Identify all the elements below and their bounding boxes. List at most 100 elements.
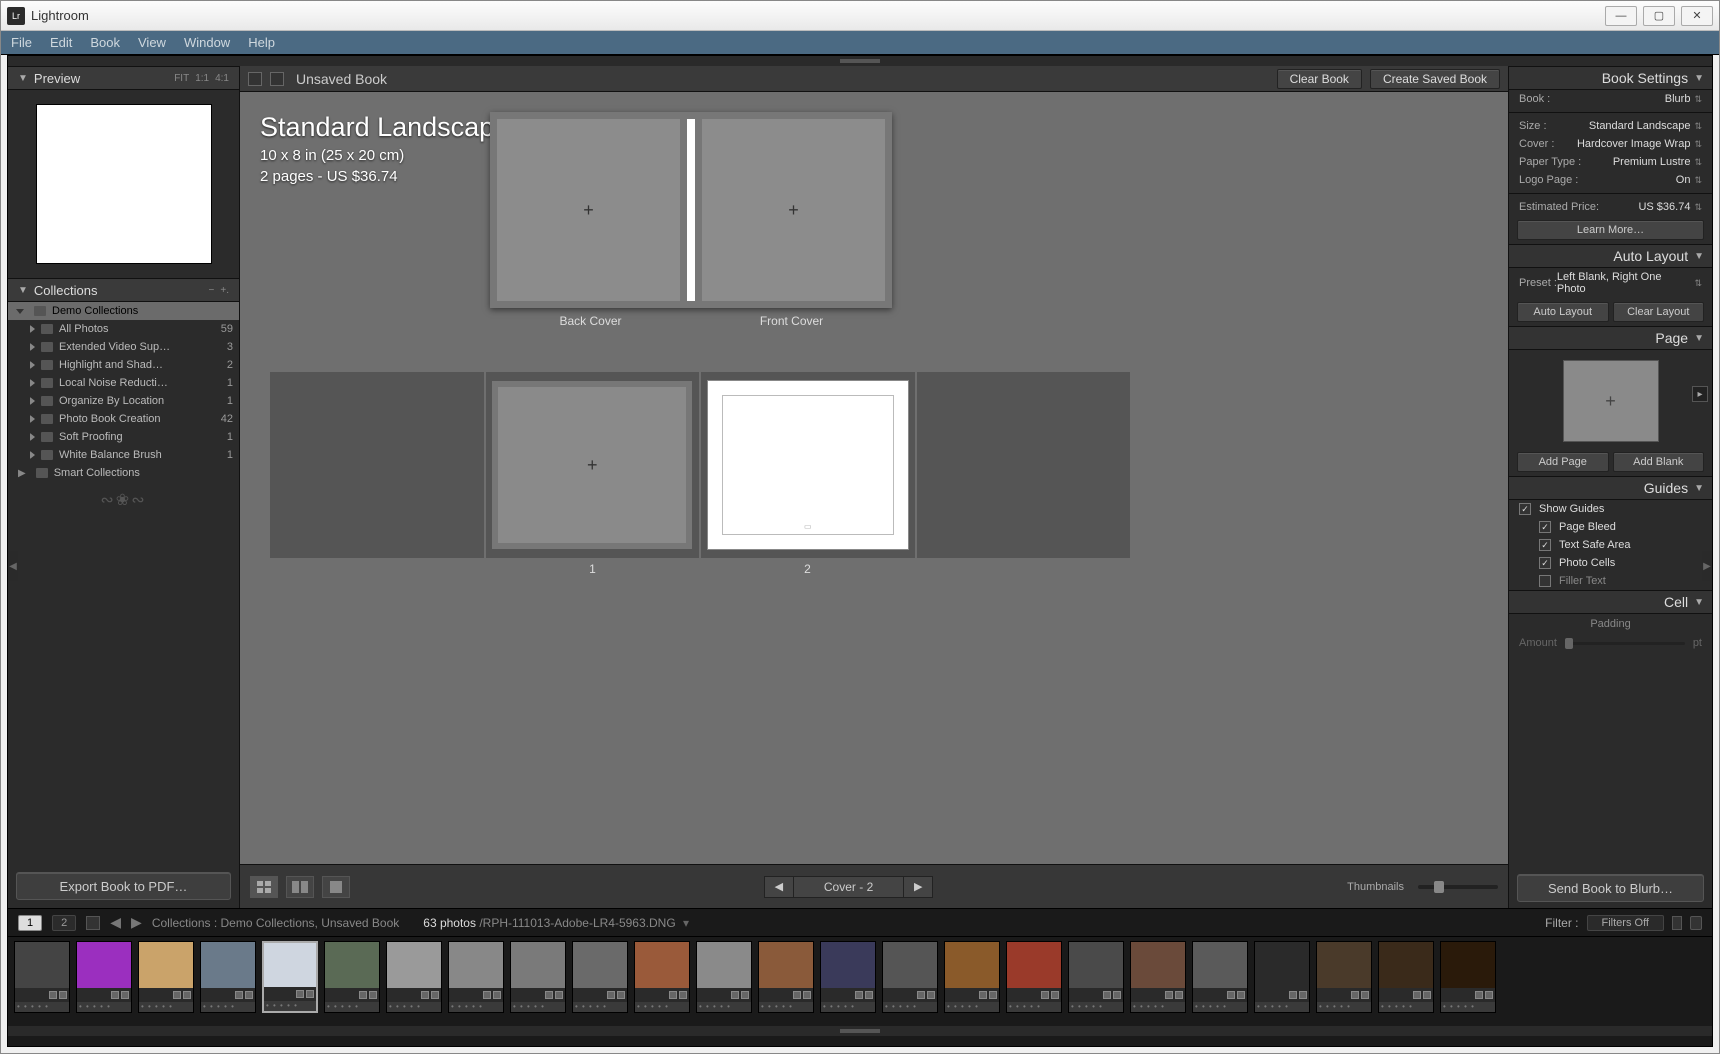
filmstrip-thumbnail[interactable]: • • • • • bbox=[262, 941, 318, 1013]
spread-view-icon[interactable] bbox=[270, 72, 284, 86]
preview-panel-header[interactable]: ▼ Preview FIT 1:1 4:1 bbox=[8, 66, 239, 90]
grid-view-icon[interactable] bbox=[86, 916, 100, 930]
page-bleed-checkbox[interactable]: ✓ Page Bleed bbox=[1509, 518, 1712, 536]
front-cover-page[interactable]: + bbox=[695, 112, 892, 308]
book-canvas[interactable]: Standard Landscape 10 x 8 in (25 x 20 cm… bbox=[240, 92, 1508, 864]
add-collection-button[interactable]: +. bbox=[220, 285, 229, 296]
page-2-container[interactable]: ▭ bbox=[701, 372, 915, 558]
collection-item[interactable]: Soft Proofing1 bbox=[8, 428, 239, 446]
filmstrip-thumbnail[interactable]: • • • • • bbox=[634, 941, 690, 1013]
amount-slider-row[interactable]: Amount pt bbox=[1509, 634, 1712, 652]
show-guides-checkbox[interactable]: ✓ Show Guides bbox=[1509, 500, 1712, 518]
logo-page-row[interactable]: Logo Page : On⇅ bbox=[1509, 171, 1712, 189]
collections-panel-header[interactable]: ▼ Collections − +. bbox=[8, 278, 239, 302]
page-2-selected[interactable]: ▭ bbox=[708, 381, 908, 549]
filmstrip-thumbnail[interactable]: • • • • • bbox=[572, 941, 628, 1013]
bottom-panel-collapse[interactable] bbox=[8, 1026, 1712, 1036]
export-pdf-button[interactable]: Export Book to PDF… bbox=[16, 872, 231, 900]
add-page-button[interactable]: Add Page bbox=[1517, 452, 1609, 472]
menu-help[interactable]: Help bbox=[248, 35, 275, 50]
filmstrip-thumbnail[interactable]: • • • • • bbox=[1440, 941, 1496, 1013]
lock-icon[interactable] bbox=[1690, 916, 1702, 930]
filmstrip-thumbnail[interactable]: • • • • • bbox=[448, 941, 504, 1013]
single-page-view-button[interactable] bbox=[322, 876, 350, 898]
book-cover-spread[interactable]: + + bbox=[490, 112, 892, 308]
filmstrip-thumbnail[interactable]: • • • • • bbox=[882, 941, 938, 1013]
filmstrip-thumbnail[interactable]: • • • • • bbox=[138, 941, 194, 1013]
filmstrip-thumbnail[interactable]: • • • • • bbox=[200, 941, 256, 1013]
filmstrip-thumbnail[interactable]: • • • • • bbox=[386, 941, 442, 1013]
create-saved-book-button[interactable]: Create Saved Book bbox=[1370, 69, 1500, 89]
collection-item[interactable]: Photo Book Creation42 bbox=[8, 410, 239, 428]
fit-zoom[interactable]: FIT bbox=[174, 73, 189, 84]
collection-demo-collections[interactable]: Demo Collections bbox=[8, 302, 239, 320]
primary-display-badge[interactable]: 1 bbox=[18, 915, 42, 931]
remove-collection-button[interactable]: − bbox=[209, 285, 215, 296]
chevron-down-icon[interactable]: ▾ bbox=[683, 916, 689, 930]
collection-item[interactable]: Highlight and Shad…2 bbox=[8, 356, 239, 374]
text-safe-checkbox[interactable]: ✓ Text Safe Area bbox=[1509, 536, 1712, 554]
menu-edit[interactable]: Edit bbox=[50, 35, 72, 50]
filmstrip-thumbnail[interactable]: • • • • • bbox=[510, 941, 566, 1013]
back-cover-page[interactable]: + bbox=[490, 112, 687, 308]
four-to-one-zoom[interactable]: 4:1 bbox=[215, 73, 229, 84]
collection-item[interactable]: All Photos59 bbox=[8, 320, 239, 338]
filmstrip-thumbnail[interactable]: • • • • • bbox=[324, 941, 380, 1013]
prev-page-button[interactable]: ◀ bbox=[764, 876, 794, 898]
collection-item[interactable]: Organize By Location1 bbox=[8, 392, 239, 410]
secondary-display-badge[interactable]: 2 bbox=[52, 915, 76, 931]
book-type-row[interactable]: Book : Blurb⇅ bbox=[1509, 90, 1712, 108]
filter-dropdown[interactable]: Filters Off bbox=[1587, 915, 1664, 931]
paper-type-row[interactable]: Paper Type : Premium Lustre⇅ bbox=[1509, 153, 1712, 171]
filmstrip[interactable]: • • • • •• • • • •• • • • •• • • • •• • … bbox=[8, 936, 1712, 1026]
preview-thumbnail[interactable] bbox=[36, 104, 212, 264]
clear-book-button[interactable]: Clear Book bbox=[1277, 69, 1362, 89]
filmstrip-thumbnail[interactable]: • • • • • bbox=[944, 941, 1000, 1013]
menu-window[interactable]: Window bbox=[184, 35, 230, 50]
cell-panel-header[interactable]: Cell▼ bbox=[1509, 590, 1712, 614]
filmstrip-thumbnail[interactable]: • • • • • bbox=[76, 941, 132, 1013]
add-blank-button[interactable]: Add Blank bbox=[1613, 452, 1705, 472]
filmstrip-thumbnail[interactable]: • • • • • bbox=[1068, 941, 1124, 1013]
next-page-button[interactable]: ▶ bbox=[903, 876, 933, 898]
menu-view[interactable]: View bbox=[138, 35, 166, 50]
filler-text-checkbox[interactable]: Filler Text bbox=[1509, 572, 1712, 590]
auto-layout-header[interactable]: Auto Layout▼ bbox=[1509, 244, 1712, 268]
smart-collections[interactable]: ▶ Smart Collections bbox=[8, 464, 239, 482]
collection-item[interactable]: Extended Video Sup…3 bbox=[8, 338, 239, 356]
preset-row[interactable]: Preset : Left Blank, Right One Photo⇅ bbox=[1509, 268, 1712, 298]
left-panel-toggle[interactable]: ◀ bbox=[8, 551, 18, 581]
send-to-blurb-button[interactable]: Send Book to Blurb… bbox=[1517, 874, 1704, 902]
filmstrip-thumbnail[interactable]: • • • • • bbox=[1378, 941, 1434, 1013]
thumbnail-size-slider[interactable] bbox=[1418, 885, 1498, 889]
one-to-one-zoom[interactable]: 1:1 bbox=[195, 73, 209, 84]
filmstrip-thumbnail[interactable]: • • • • • bbox=[1254, 941, 1310, 1013]
filter-options-icon[interactable] bbox=[1672, 916, 1682, 930]
book-size-row[interactable]: Size : Standard Landscape⇅ bbox=[1509, 117, 1712, 135]
filmstrip-thumbnail[interactable]: • • • • • bbox=[1316, 941, 1372, 1013]
page-panel-header[interactable]: Page▼ bbox=[1509, 326, 1712, 350]
filmstrip-thumbnail[interactable]: • • • • • bbox=[14, 941, 70, 1013]
page-1-container[interactable]: + bbox=[486, 372, 700, 558]
minimize-button[interactable]: — bbox=[1605, 6, 1637, 26]
filmstrip-thumbnail[interactable]: • • • • • bbox=[1006, 941, 1062, 1013]
book-settings-header[interactable]: Book Settings▼ bbox=[1509, 66, 1712, 90]
filmstrip-thumbnail[interactable]: • • • • • bbox=[820, 941, 876, 1013]
learn-more-button[interactable]: Learn More… bbox=[1517, 220, 1704, 240]
clear-layout-button[interactable]: Clear Layout bbox=[1613, 302, 1705, 322]
page-layout-flyout-button[interactable]: ▸ bbox=[1692, 386, 1708, 402]
collection-item[interactable]: White Balance Brush1 bbox=[8, 446, 239, 464]
book-cover-row[interactable]: Cover : Hardcover Image Wrap⇅ bbox=[1509, 135, 1712, 153]
collection-item[interactable]: Local Noise Reducti…1 bbox=[8, 374, 239, 392]
photo-cells-checkbox[interactable]: ✓ Photo Cells bbox=[1509, 554, 1712, 572]
maximize-button[interactable]: ▢ bbox=[1643, 6, 1675, 26]
grid-thumbnail-icon[interactable] bbox=[248, 72, 262, 86]
spread-view-button[interactable] bbox=[286, 876, 314, 898]
guides-panel-header[interactable]: Guides▼ bbox=[1509, 476, 1712, 500]
filmstrip-thumbnail[interactable]: • • • • • bbox=[1192, 941, 1248, 1013]
auto-layout-button[interactable]: Auto Layout bbox=[1517, 302, 1609, 322]
close-button[interactable]: ✕ bbox=[1681, 6, 1713, 26]
filmstrip-thumbnail[interactable]: • • • • • bbox=[758, 941, 814, 1013]
page-1[interactable]: + bbox=[492, 381, 692, 549]
filmstrip-thumbnail[interactable]: • • • • • bbox=[1130, 941, 1186, 1013]
